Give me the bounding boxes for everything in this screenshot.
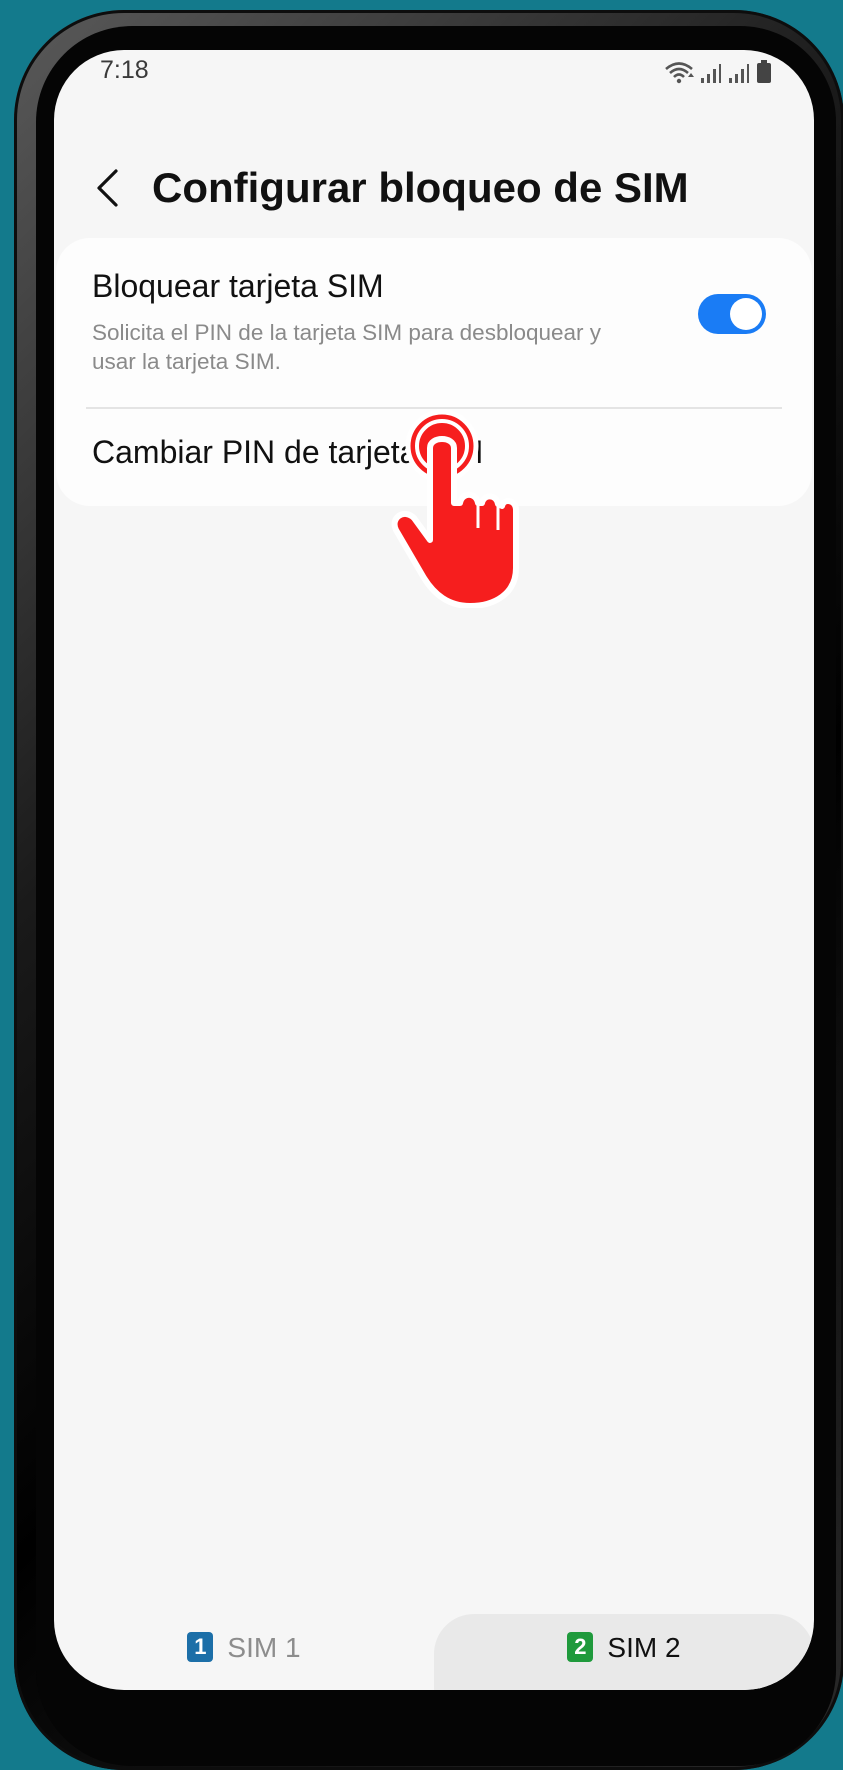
sim2-badge-icon: 2 (567, 1632, 594, 1662)
settings-card: Bloquear tarjeta SIM Solicita el PIN de … (56, 238, 812, 506)
status-time: 7:18 (100, 56, 149, 84)
status-bar: 7:18 (54, 50, 814, 100)
back-arrow-icon (94, 168, 120, 213)
tab-sim1[interactable]: 1 SIM 1 (54, 1614, 434, 1690)
lock-sim-toggle[interactable] (698, 294, 766, 334)
wifi-icon (664, 60, 694, 84)
lock-sim-row[interactable]: Bloquear tarjeta SIM Solicita el PIN de … (56, 238, 812, 396)
sim1-badge-icon: 1 (187, 1632, 214, 1662)
header: Configurar bloqueo de SIM (54, 150, 814, 230)
divider (86, 407, 782, 409)
lock-sim-subtitle: Solicita el PIN de la tarjeta SIM para d… (92, 320, 602, 374)
change-pin-row[interactable]: Cambiar PIN de tarjeta SIM (56, 410, 812, 506)
change-pin-title: Cambiar PIN de tarjeta SIM (92, 434, 484, 470)
status-icons (664, 58, 772, 84)
page-title: Configurar bloqueo de SIM (152, 164, 689, 211)
signal-sim2-icon (728, 62, 750, 84)
battery-icon (756, 60, 772, 84)
tab-sim2[interactable]: 2 SIM 2 (434, 1614, 814, 1690)
phone-screen: 7:18 Configurar bloqueo de SIM Bloquear … (54, 50, 814, 1690)
back-button[interactable] (80, 158, 134, 222)
tab-sim1-label: SIM 1 (227, 1632, 301, 1663)
toggle-knob (730, 298, 762, 330)
tab-sim2-label: SIM 2 (607, 1632, 681, 1663)
signal-sim1-icon (700, 62, 722, 84)
sim-tabs: 1 SIM 1 2 SIM 2 (54, 1614, 814, 1690)
lock-sim-title: Bloquear tarjeta SIM (92, 268, 384, 304)
